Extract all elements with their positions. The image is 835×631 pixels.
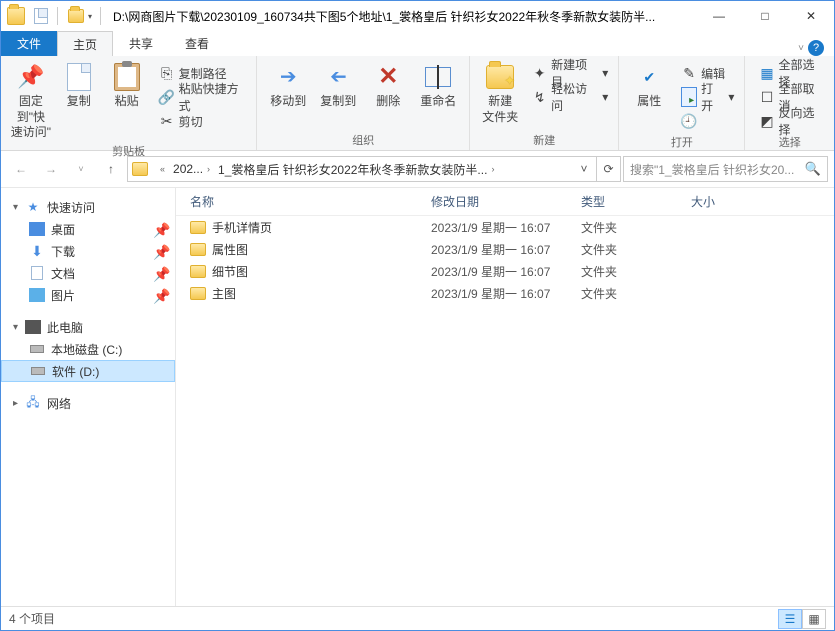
refresh-button[interactable]: ⟳ xyxy=(596,157,620,181)
status-text: 4 个项目 xyxy=(9,610,55,627)
new-folder-button[interactable]: 新建 文件夹 xyxy=(476,58,524,125)
file-name: 手机详情页 xyxy=(212,219,272,236)
paste-shortcut-button[interactable]: 🔗粘贴快捷方式 xyxy=(155,86,251,108)
open-menu-button[interactable]: 打开▾ xyxy=(677,86,738,108)
qat-customize-icon[interactable]: ▾ xyxy=(88,12,92,21)
history-button[interactable]: 🕘历史记录 xyxy=(677,110,738,132)
rename-button[interactable]: 重命名 xyxy=(413,58,463,110)
invert-selection-button[interactable]: ◩反向选择 xyxy=(755,110,828,132)
breadcrumb-root-icon xyxy=(132,162,148,176)
column-header-type[interactable]: 类型 xyxy=(581,193,691,210)
copy-to-button[interactable]: ➔复制到 xyxy=(313,58,363,110)
folder-icon xyxy=(190,265,206,278)
file-type: 文件夹 xyxy=(581,285,691,302)
nav-back-button[interactable]: ← xyxy=(7,155,35,183)
file-date: 2023/1/9 星期一 16:07 xyxy=(431,263,581,280)
minimize-button[interactable]: — xyxy=(696,1,742,31)
help-icon[interactable]: ? xyxy=(808,40,824,56)
move-to-button[interactable]: ➔移动到 xyxy=(263,58,313,110)
view-details-button[interactable]: ☰ xyxy=(778,609,802,629)
new-group-label: 新建 xyxy=(476,130,612,150)
file-name: 主图 xyxy=(212,285,236,302)
file-type: 文件夹 xyxy=(581,241,691,258)
search-icon: 🔍 xyxy=(805,161,821,177)
view-icons-button[interactable]: ▦ xyxy=(802,609,826,629)
ribbon-collapse-icon[interactable]: ˅ xyxy=(798,43,804,54)
sidebar-item-documents[interactable]: 文档📌 xyxy=(1,262,175,284)
maximize-button[interactable]: □ xyxy=(742,1,788,31)
table-row[interactable]: 手机详情页 2023/1/9 星期一 16:07文件夹 xyxy=(176,216,834,238)
table-row[interactable]: 属性图 2023/1/9 星期一 16:07文件夹 xyxy=(176,238,834,260)
close-button[interactable]: ✕ xyxy=(788,1,834,31)
breadcrumb-seg-current[interactable]: 1_裳格皇后 针织衫女2022年秋冬季新款女装防半...› xyxy=(214,157,498,181)
copy-button[interactable]: 复制 xyxy=(55,58,103,110)
column-header-size[interactable]: 大小 xyxy=(691,193,834,210)
paste-button[interactable]: 粘贴 xyxy=(103,58,151,110)
window-title: D:\网商图片下载\20230109_160734共下图5个地址\1_裳格皇后 … xyxy=(113,8,696,25)
table-row[interactable]: 主图 2023/1/9 星期一 16:07文件夹 xyxy=(176,282,834,304)
sidebar-item-this-pc[interactable]: ▾此电脑 xyxy=(1,316,175,338)
tab-view[interactable]: 查看 xyxy=(169,31,225,56)
search-input[interactable]: 搜索"1_裳格皇后 针织衫女20... 🔍 xyxy=(623,156,828,182)
tab-home[interactable]: 主页 xyxy=(57,31,113,56)
file-name: 细节图 xyxy=(212,263,248,280)
sidebar-item-downloads[interactable]: ⬇下载📌 xyxy=(1,240,175,262)
cut-button[interactable]: ✂剪切 xyxy=(155,110,251,132)
delete-button[interactable]: ✕删除 xyxy=(363,58,413,110)
sidebar-item-desktop[interactable]: 桌面📌 xyxy=(1,218,175,240)
nav-recent-icon[interactable]: ˅ xyxy=(67,155,95,183)
sidebar-item-pictures[interactable]: 图片📌 xyxy=(1,284,175,306)
qat-open-icon[interactable] xyxy=(68,9,84,23)
window-icon xyxy=(7,7,25,25)
easy-access-button[interactable]: ↯轻松访问▾ xyxy=(528,86,612,108)
file-date: 2023/1/9 星期一 16:07 xyxy=(431,219,581,236)
organize-group-label: 组织 xyxy=(263,130,463,150)
breadcrumb-seg-parent[interactable]: 202...› xyxy=(169,157,214,181)
folder-icon xyxy=(190,287,206,300)
nav-forward-button[interactable]: → xyxy=(37,155,65,183)
tab-file[interactable]: 文件 xyxy=(1,31,57,56)
nav-up-button[interactable]: ↑ xyxy=(97,155,125,183)
file-date: 2023/1/9 星期一 16:07 xyxy=(431,285,581,302)
file-type: 文件夹 xyxy=(581,263,691,280)
folder-icon xyxy=(190,243,206,256)
pin-quick-access-button[interactable]: 📌 固定到"快 速访问" xyxy=(7,58,55,141)
file-type: 文件夹 xyxy=(581,219,691,236)
file-list[interactable]: 手机详情页2023/1/9 星期一 16:07文件夹属性图2023/1/9 星期… xyxy=(176,216,834,606)
column-header-name[interactable]: 名称 xyxy=(176,193,431,210)
qat-new-icon[interactable] xyxy=(33,8,49,24)
open-group-label: 打开 xyxy=(625,132,738,152)
breadcrumb-prev-icon[interactable]: « xyxy=(152,157,169,181)
address-bar[interactable]: « 202...› 1_裳格皇后 针织衫女2022年秋冬季新款女装防半...› … xyxy=(127,156,621,182)
properties-button[interactable]: ✔属性 xyxy=(625,58,673,110)
file-name: 属性图 xyxy=(212,241,248,258)
address-dropdown-icon[interactable]: ˅ xyxy=(572,157,596,181)
sidebar-item-quick-access[interactable]: ▾★快速访问 xyxy=(1,196,175,218)
folder-icon xyxy=(190,221,206,234)
sidebar-item-network[interactable]: ▸🖧网络 xyxy=(1,392,175,414)
nav-tree[interactable]: ▾★快速访问 桌面📌 ⬇下载📌 文档📌 图片📌 ▾此电脑 本地磁盘 (C:) 软… xyxy=(1,188,176,606)
select-group-label: 选择 xyxy=(751,132,828,152)
tab-share[interactable]: 共享 xyxy=(113,31,169,56)
sidebar-item-drive-d[interactable]: 软件 (D:) xyxy=(1,360,175,382)
table-row[interactable]: 细节图 2023/1/9 星期一 16:07文件夹 xyxy=(176,260,834,282)
sidebar-item-drive-c[interactable]: 本地磁盘 (C:) xyxy=(1,338,175,360)
column-header-date[interactable]: 修改日期 xyxy=(431,193,581,210)
file-date: 2023/1/9 星期一 16:07 xyxy=(431,241,581,258)
